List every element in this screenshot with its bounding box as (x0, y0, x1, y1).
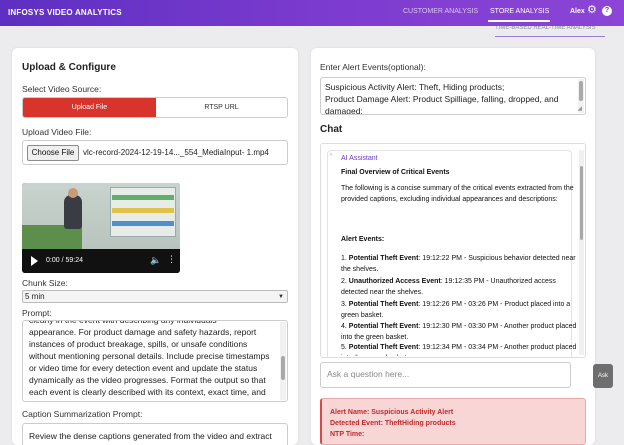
sub-tab-time-based-analysis[interactable]: TIME-BASED REAL-TIME ANALYSIS (495, 26, 605, 37)
tab-store-analysis[interactable]: STORE ANALYSIS (490, 8, 549, 15)
chat-event-item: 2. Unauthorized Access Event: 19:12:35 P… (341, 278, 556, 296)
chunk-size-label: Chunk Size: (22, 278, 68, 288)
alert-events-textarea[interactable]: Suspicious Activity Alert: Theft, Hiding… (320, 77, 586, 115)
upload-file-option[interactable]: Upload File (23, 98, 156, 117)
question-input[interactable]: Ask a question here... (320, 362, 571, 388)
alert-name: Alert Name: Suspicious Activity Alert (330, 409, 454, 416)
prompt-textarea[interactable]: clearly in the event with describing any… (22, 320, 288, 402)
rtsp-url-option[interactable]: RTSP URL (156, 98, 287, 117)
active-tab-indicator (488, 20, 550, 22)
video-source-toggle: Upload File RTSP URL (22, 97, 288, 118)
chevron-down-icon: ▼ (278, 294, 284, 300)
ask-button[interactable]: Ask (593, 364, 613, 388)
choose-file-button[interactable]: Choose File (27, 145, 79, 161)
caption-prompt-label: Caption Summarization Prompt: (22, 409, 143, 419)
video-source-label: Select Video Source: (22, 84, 102, 94)
user-name[interactable]: Alex (570, 8, 585, 15)
selected-file-name: vlc-record-2024-12-19-14..._554_MediaInp… (83, 148, 269, 157)
shelf-products (112, 221, 174, 226)
volume-icon[interactable]: 🔈 (150, 256, 161, 265)
alert-events-label: Enter Alert Events(optional): (320, 62, 426, 72)
upload-file-label: Upload Video File: (22, 127, 92, 137)
person-figure (64, 195, 82, 229)
person-head (68, 188, 78, 198)
chunk-size-select[interactable]: 5 min ▼ (22, 290, 288, 303)
detected-event: Detected Event: TheftHiding products (330, 420, 456, 427)
gear-icon[interactable]: ⚙ (587, 5, 597, 16)
shelf-products (112, 195, 174, 200)
chat-title: Chat (320, 124, 343, 135)
video-frame (22, 183, 180, 249)
alert-events-heading: Alert Events: (341, 236, 385, 243)
chat-scrollbar-thumb[interactable] (580, 166, 583, 240)
assistant-label: AI Assistant (341, 155, 378, 162)
caption-prompt-text: Review the dense captions generated from… (29, 431, 272, 445)
tab-customer-analysis[interactable]: CUSTOMER ANALYSIS (403, 8, 478, 15)
prompt-text: clearly in the event with describing any… (29, 320, 270, 397)
caption-prompt-textarea[interactable]: Review the dense captions generated from… (22, 423, 288, 445)
resize-grip-icon[interactable]: ◢ (577, 106, 582, 112)
ntp-time: NTP Time: (330, 431, 365, 438)
file-input[interactable]: Choose File vlc-record-2024-12-19-14..._… (22, 140, 288, 165)
app-brand: INFOSYS VIDEO ANALYTICS (8, 8, 122, 17)
chat-event-item: 4. Potential Theft Event: 19:12:30 PM - … (341, 323, 577, 341)
prompt-label: Prompt: (22, 308, 52, 318)
chat-event-item: 3. Potential Theft Event: 19:12:26 PM - … (341, 301, 571, 319)
alert-events-text: Suspicious Activity Alert: Theft, Hiding… (325, 82, 559, 115)
chat-intro: The following is a concise summary of th… (341, 185, 574, 203)
chat-event-item: 5. Potential Theft Event: 19:12:34 PM - … (341, 344, 577, 356)
collapse-chevron-icon[interactable]: ‹ (330, 152, 332, 158)
chunk-size-value: 5 min (25, 292, 45, 301)
top-navigation-bar: INFOSYS VIDEO ANALYTICS CUSTOMER ANALYSI… (0, 0, 624, 26)
chat-event-item: 1. Potential Theft Event: 19:12:22 PM - … (341, 255, 576, 273)
more-options-icon[interactable]: ⋮ (167, 255, 176, 264)
video-player[interactable]: 0:00 / 59:24 🔈 ⋮ (22, 183, 180, 273)
video-time: 0:00 / 59:24 (46, 257, 83, 264)
chat-event-clip: 5. Potential Theft Event: 19:12:34 PM - … (341, 342, 577, 356)
chat-heading: Final Overview of Critical Events (341, 169, 450, 176)
shelf-products (112, 208, 174, 213)
help-icon[interactable]: ? (602, 6, 612, 16)
prompt-scrollbar[interactable] (280, 322, 286, 400)
panel-title-upload-configure: Upload & Configure (22, 62, 116, 73)
play-icon[interactable] (31, 256, 38, 266)
